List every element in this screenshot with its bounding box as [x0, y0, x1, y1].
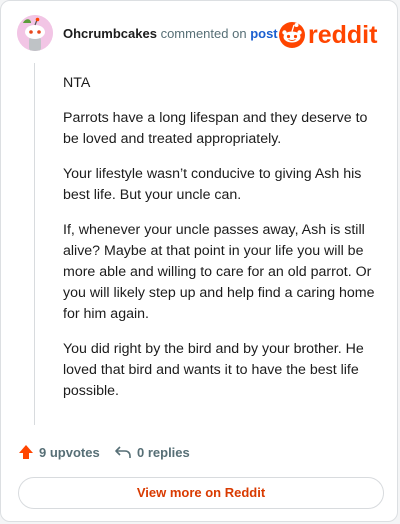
- upvote-count: 9 upvotes: [39, 444, 100, 460]
- comment-paragraph: If, whenever your uncle passes away, Ash…: [63, 222, 375, 322]
- reddit-logo-icon[interactable]: reddit: [277, 19, 383, 49]
- upvote-arrow-icon: [19, 445, 33, 459]
- comment-paragraph: Your lifestyle wasn’t conducive to givin…: [63, 166, 362, 203]
- comment-header: Ohcrumbcakes commented on post reddit: [17, 15, 385, 53]
- comment-paragraph: You did right by the bird and by your br…: [63, 341, 364, 399]
- post-link[interactable]: post: [250, 26, 277, 41]
- comment-paragraph: Parrots have a long lifespan and they de…: [63, 110, 368, 147]
- view-more-button[interactable]: View more on Reddit: [18, 477, 384, 509]
- comment-card: Ohcrumbcakes commented on post reddit NT…: [0, 0, 398, 522]
- comment-body: NTA Parrots have a long lifespan and the…: [63, 73, 381, 416]
- upvote-button[interactable]: 9 upvotes: [18, 442, 100, 462]
- avatar[interactable]: [17, 15, 53, 51]
- comment-actions: 9 upvotes 0 replies: [18, 442, 378, 462]
- reply-arrow-icon: [115, 446, 131, 458]
- reply-count: 0 replies: [137, 444, 190, 460]
- comment-byline: Ohcrumbcakes commented on post: [63, 26, 278, 41]
- avatar-snoo-icon: [17, 15, 53, 51]
- action-text: commented on: [160, 26, 247, 41]
- brand-wordmark: reddit: [308, 21, 378, 49]
- comment-paragraph: NTA: [63, 75, 91, 91]
- author-name[interactable]: Ohcrumbcakes: [63, 26, 157, 41]
- thread-line: [34, 63, 35, 425]
- reply-button[interactable]: 0 replies: [114, 442, 190, 462]
